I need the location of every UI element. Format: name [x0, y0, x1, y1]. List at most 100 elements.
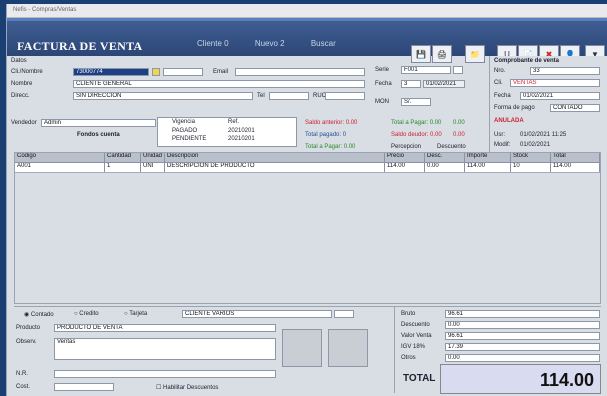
summary-3-1: 0.00: [453, 132, 465, 138]
voucher-panel: Comprobante de venta Nro. 33 Cli. VENTAS…: [489, 56, 607, 152]
total-label: TOTAL: [403, 373, 436, 384]
radio-credito[interactable]: ○ Credito: [74, 311, 99, 317]
user-label: Usr:: [494, 132, 505, 138]
serie-field[interactable]: F001: [401, 66, 451, 74]
name-field[interactable]: CLIENTE GENERAL: [73, 80, 365, 88]
total-row-0-label: Bruto: [401, 311, 416, 317]
grid-header: Codigo Cantidad Unidad Descripcion Preci…: [15, 153, 600, 163]
radio-contado-label: Contado: [30, 312, 54, 318]
email-field[interactable]: [235, 68, 365, 76]
cell[interactable]: UNI: [141, 163, 165, 172]
radio-tarjeta[interactable]: ○ Tarjeta: [124, 311, 147, 317]
cell[interactable]: 10: [511, 163, 551, 172]
grid-col-unidad: Unidad: [141, 153, 165, 162]
summary-2-2: Percepcion: [391, 144, 422, 150]
payment-row-1-a[interactable]: PENDIENTE: [172, 136, 206, 142]
voucher-date-field[interactable]: 01/02/2021: [520, 92, 600, 100]
radio-contado[interactable]: ◉ Contado: [24, 311, 54, 318]
funds-label: Fondos cuenta: [77, 132, 120, 138]
moneda-label: MON: [375, 99, 389, 105]
cell[interactable]: A001: [15, 163, 105, 172]
total-row-2-value: 96.61: [445, 332, 600, 340]
payment-col-0: Vigencia: [172, 119, 195, 125]
grid-col-desc: Desc.: [425, 153, 465, 162]
cell[interactable]: 1: [105, 163, 141, 172]
voucher-client-field[interactable]: VENTAS: [510, 79, 600, 87]
tel-label: Tel: [257, 93, 265, 99]
save-button[interactable]: 💾: [411, 45, 431, 63]
voucher-number-label: Nro.: [494, 68, 506, 74]
summary-1-1: Total pagado: 0: [305, 132, 347, 138]
summary-3-2: Descuento: [437, 144, 466, 150]
modified-label: Modif:: [494, 142, 511, 148]
save-icon: 💾: [416, 49, 426, 59]
summary-1-0: Saldo anterior: 0.00: [305, 120, 358, 126]
cell[interactable]: 114.00: [385, 163, 425, 172]
payment-row-0-b[interactable]: 20210201: [228, 128, 255, 134]
vendor-field[interactable]: Admin: [41, 119, 156, 127]
cost-field[interactable]: [54, 383, 114, 391]
payment-row-1-b[interactable]: 20210201: [228, 136, 255, 142]
obs-field[interactable]: Ventas: [54, 338, 276, 360]
tel-field[interactable]: [269, 92, 309, 100]
serie-dropdown[interactable]: [453, 66, 463, 74]
product-field[interactable]: PRODUCTO DE VENTA: [54, 324, 276, 332]
date-field[interactable]: 01/02/2021: [423, 80, 465, 88]
radio-credito-label: Credito: [79, 311, 99, 317]
total-value: 114.00: [440, 364, 601, 394]
voucher-number-field[interactable]: 33: [530, 67, 600, 75]
ruc-field[interactable]: [325, 92, 365, 100]
grid-col-total: Total: [551, 153, 600, 162]
customer-id-field[interactable]: 73000774: [73, 68, 149, 76]
address-field[interactable]: SIN DIRECCION: [73, 92, 253, 100]
folder-button[interactable]: 📁: [465, 45, 485, 63]
customer-combo[interactable]: [163, 68, 203, 76]
fecha-label: Fecha: [375, 81, 392, 87]
total-row-0-value: 96.61: [445, 310, 600, 318]
email-label: Email: [213, 69, 229, 75]
nro-label: N.R.: [16, 371, 28, 377]
print-button[interactable]: 🖨: [432, 45, 452, 63]
cell[interactable]: DESCRIPCION DE PRODUCTO: [165, 163, 385, 172]
total-row-4-value: 0.00: [445, 354, 600, 362]
total-row-4-label: Otros: [401, 355, 416, 361]
section-label: Datos: [11, 58, 27, 64]
voucher-title: Comprobante de venta: [494, 58, 560, 64]
grid-col-precio: Precio: [385, 153, 425, 162]
serie-label: Serie: [375, 67, 390, 73]
payment-row-0-a[interactable]: PAGADO: [172, 128, 197, 134]
summary-2-1: Saldo deudor: 0.00: [391, 132, 442, 138]
payment-form-field[interactable]: CONTADO: [550, 104, 600, 112]
grid-col-descripcion: Descripcion: [165, 153, 385, 162]
tab-cliente[interactable]: Cliente 0: [197, 39, 229, 48]
cell[interactable]: 0.00: [425, 163, 465, 172]
header-tabs: Cliente 0 Nuevo 2 Buscar: [197, 39, 360, 48]
product-image-1: [282, 329, 322, 367]
fecha-field[interactable]: 3: [401, 80, 421, 88]
items-grid[interactable]: Codigo Cantidad Unidad Descripcion Preci…: [14, 152, 601, 304]
tab-buscar[interactable]: Buscar: [311, 39, 336, 48]
summary-2-0: Total a Pagar: 0.00: [391, 120, 442, 126]
cell[interactable]: 114.00: [465, 163, 511, 172]
print-icon: 🖨: [436, 49, 448, 59]
address-label: Direcc.: [11, 93, 30, 99]
customer-id-label: Cli./Nombre: [11, 69, 43, 75]
moneda-field[interactable]: S/.: [401, 98, 431, 106]
product-image-2: [328, 329, 368, 367]
radio-tarjeta-label: Tarjeta: [129, 311, 148, 317]
cell[interactable]: 114.00: [551, 163, 600, 172]
discount-checkbox[interactable]: ☐ Habilitar Descuentos: [156, 384, 218, 391]
summary-3-0: 0.00: [453, 120, 465, 126]
payment-col-1: Ref.: [228, 119, 240, 125]
client-combo-dropdown[interactable]: [334, 310, 354, 318]
table-row[interactable]: A001 1 UNI DESCRIPCION DE PRODUCTO 114.0…: [15, 163, 600, 173]
client-combo[interactable]: CLIENTE VARIOS: [182, 310, 332, 318]
window-title: Nefis - Compras/Ventas: [7, 4, 607, 18]
cost-label: Cost.: [16, 384, 31, 390]
lookup-icon[interactable]: [152, 68, 160, 76]
tab-nuevo[interactable]: Nuevo 2: [255, 39, 285, 48]
nro-field[interactable]: [54, 370, 276, 378]
total-row-3-label: IGV 18%: [401, 344, 426, 350]
grid-col-cantidad: Cantidad: [105, 153, 141, 162]
total-row-1-value: 0.00: [445, 321, 600, 329]
